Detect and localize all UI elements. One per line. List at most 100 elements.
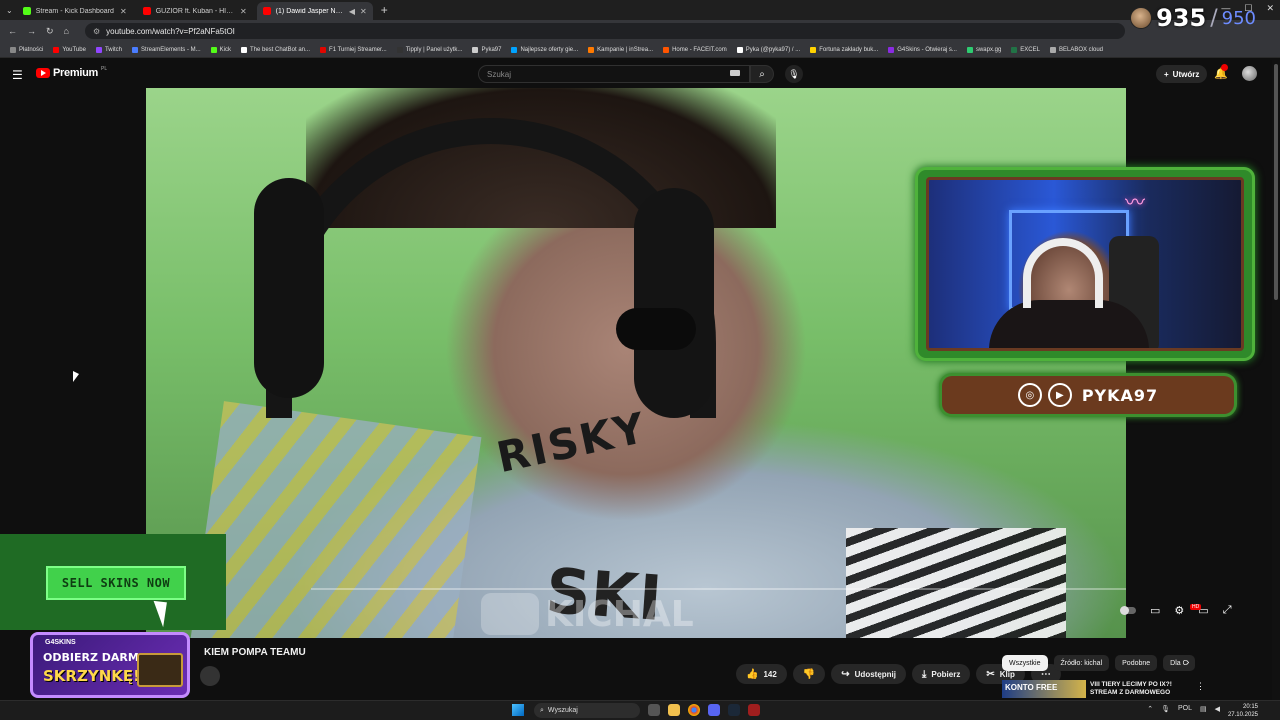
bookmark-item[interactable]: Fortuna zakłady buk... [810, 46, 878, 53]
forward-icon[interactable]: → [27, 26, 36, 36]
score-max: 950 [1221, 7, 1256, 29]
autoplay-toggle[interactable] [1120, 606, 1136, 615]
share-button[interactable]: ↪ Udostępnij [831, 664, 906, 684]
speaker-icon[interactable]: ◀ [349, 7, 355, 16]
taskbar-search[interactable]: ⌕ Wyszukaj [534, 703, 640, 718]
bookmark-item[interactable]: Kick [210, 46, 231, 53]
video-progress-bar[interactable] [311, 588, 1126, 590]
scrollbar-thumb[interactable] [1274, 64, 1278, 300]
windows-start-icon[interactable] [512, 704, 524, 716]
chip-for-you[interactable]: Dla C [1163, 655, 1195, 671]
subtitles-icon[interactable]: ▭ [1150, 604, 1160, 617]
bookmark-item[interactable]: G4Skins - Otwieraj s... [888, 46, 957, 53]
close-icon[interactable]: ✕ [120, 7, 127, 16]
keyboard-icon[interactable] [730, 70, 740, 76]
bookmark-item[interactable]: Pyka (@pyka97) / ... [736, 46, 801, 53]
sell-skins-button[interactable]: SELL SKINS NOW [46, 566, 186, 600]
tab-title: Stream - Kick Dashboard [35, 7, 114, 15]
bookmark-item[interactable]: F1 Turniej Streamer... [320, 46, 387, 53]
voice-search-button[interactable]: 🎙 [785, 65, 803, 83]
bookmark-label: Pyka (@pyka97) / ... [745, 46, 801, 53]
like-button[interactable]: 👍 142 [736, 664, 787, 684]
close-icon[interactable]: ✕ [360, 7, 367, 16]
microphone-icon[interactable]: 🎙 [1161, 705, 1170, 713]
reload-icon[interactable]: ↻ [46, 26, 54, 37]
volume-icon[interactable]: ◀ [1215, 705, 1220, 713]
g4skins-ad[interactable]: G4SKINS ODBIERZ DARMOWĄ SKRZYNKĘ! [30, 632, 190, 698]
bookmark-item[interactable]: The best ChatBot an... [240, 46, 311, 53]
plus-icon[interactable]: + [381, 3, 388, 17]
task-view-icon[interactable] [648, 704, 660, 716]
clock[interactable]: 20:15 27.10.2025 [1228, 703, 1258, 719]
windows-taskbar: ⌕ Wyszukaj ⌃ 🎙 POL ▤ ◀ 20:15 27.10.2025 [0, 700, 1280, 720]
player-controls: ▭ ⚙ ▭ ⤢ [1120, 604, 1232, 617]
close-window-icon[interactable]: ✕ [1266, 3, 1274, 14]
recommended-title[interactable]: VIII TIERY LECIMY PO IX?! STREAM Z DARMO… [1090, 681, 1190, 697]
bookmark-favicon-icon [53, 46, 60, 53]
recommended-thumbnail[interactable]: KONTO FREE [1002, 680, 1086, 698]
youtube-premium-logo[interactable]: Premium PL [36, 66, 107, 79]
chip-all[interactable]: Wszystkie [1002, 655, 1048, 671]
bookmark-item[interactable]: Płatności [10, 46, 43, 53]
tab-title: (1) Dawid Jasper NOWYM C [275, 7, 344, 15]
bookmark-item[interactable]: Pyka97 [472, 46, 501, 53]
close-icon[interactable]: ✕ [240, 7, 247, 16]
tab-dawid-jasper[interactable]: (1) Dawid Jasper NOWYM C ◀ ✕ [256, 2, 373, 20]
bookmark-item[interactable]: BELABOX cloud [1049, 46, 1103, 53]
bookmark-item[interactable]: Home - FACEIT.com [663, 46, 727, 53]
channel-watermark: KICHAL [481, 593, 694, 635]
chip-similar[interactable]: Podobne [1115, 655, 1158, 671]
steam-icon[interactable] [728, 704, 740, 716]
bookmark-item[interactable]: Tipply | Panel użytk... [396, 46, 462, 53]
bookmark-favicon-icon [95, 46, 102, 53]
bookmark-item[interactable]: YouTube [53, 46, 86, 53]
channel-avatar[interactable] [200, 666, 220, 686]
bookmark-label: The best ChatBot an... [249, 46, 311, 53]
bookmark-label: StreamElements - M... [140, 46, 201, 53]
bookmark-label: YouTube [62, 46, 86, 53]
back-icon[interactable]: ← [8, 26, 17, 36]
chrome-icon[interactable] [688, 704, 700, 716]
bookmark-item[interactable]: Kampanie | inStrea... [588, 46, 653, 53]
bookmark-label: EXCEL [1020, 46, 1040, 53]
bookmark-favicon-icon [1049, 46, 1056, 53]
file-explorer-icon[interactable] [668, 704, 680, 716]
search-input[interactable]: Szukaj [478, 65, 750, 83]
fullscreen-icon[interactable]: ⤢ [1223, 604, 1232, 617]
tab-search-icon[interactable]: ⌄ [6, 6, 13, 15]
bookmark-item[interactable]: Twitch [95, 46, 122, 53]
account-avatar[interactable] [1242, 66, 1257, 81]
bookmark-item[interactable]: swapx.gg [966, 46, 1001, 53]
share-label: Udostępnij [854, 669, 896, 679]
bookmark-label: F1 Turniej Streamer... [329, 46, 387, 53]
create-label: Utwórz [1172, 69, 1200, 79]
crate-icon [137, 653, 183, 687]
language-indicator[interactable]: POL [1178, 705, 1192, 713]
bookmark-item[interactable]: Najlepsze oferty gie... [511, 46, 578, 53]
download-button[interactable]: ⤓ Pobierz [912, 664, 971, 684]
chevron-right-icon[interactable]: › [1186, 657, 1189, 668]
bookmark-item[interactable]: EXCEL [1011, 46, 1040, 53]
tray-overflow-icon[interactable]: ⌃ [1147, 705, 1153, 713]
discord-icon[interactable] [708, 704, 720, 716]
site-info-icon[interactable]: ⚙ [93, 27, 100, 36]
obs-icon[interactable] [748, 704, 760, 716]
home-icon[interactable]: ⌂ [64, 26, 69, 36]
search-button[interactable]: ⌕ [750, 65, 774, 83]
more-vertical-icon[interactable]: ⋮ [1196, 681, 1205, 692]
bookmark-favicon-icon [888, 46, 895, 53]
create-button[interactable]: + Utwórz [1156, 65, 1208, 83]
settings-icon[interactable]: ⚙ [1174, 604, 1184, 617]
search-icon: ⌕ [540, 706, 544, 714]
dislike-button[interactable]: 👎 [792, 664, 826, 684]
bookmark-label: G4Skins - Otwieraj s... [897, 46, 957, 53]
tab-kick-dashboard[interactable]: Stream - Kick Dashboard ✕ [17, 2, 133, 20]
menu-icon[interactable]: ☰ [12, 68, 23, 82]
bookmark-item[interactable]: StreamElements - M... [131, 46, 201, 53]
chip-source[interactable]: Źródło: kichal [1053, 655, 1110, 671]
url-field[interactable]: ⚙ youtube.com/watch?v=Pf2aNFa5tOI [84, 23, 1125, 39]
tab-guzior[interactable]: GUZIOR ft. Kuban - HILL BOMB ✕ [137, 2, 253, 20]
network-icon[interactable]: ▤ [1200, 705, 1207, 713]
hd-badge: HD [1190, 604, 1202, 610]
headset-microphone [616, 308, 696, 350]
